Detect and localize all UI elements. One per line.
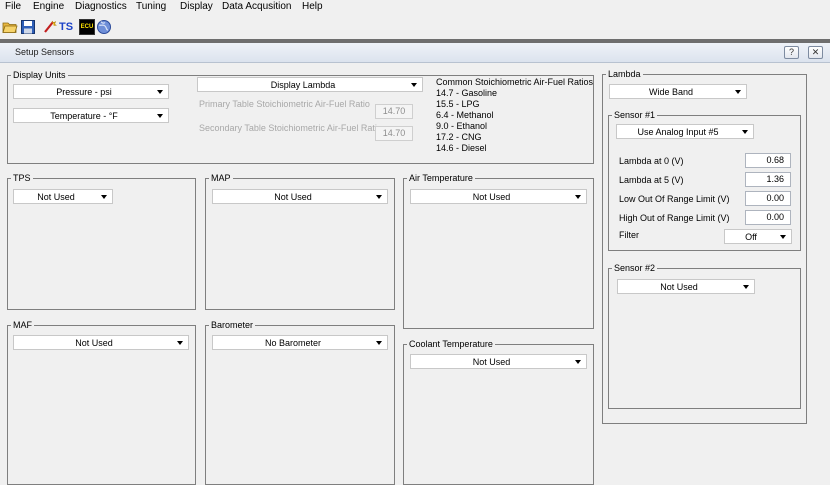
barometer-value: No Barometer	[264, 338, 322, 348]
map-value: Not Used	[274, 192, 312, 202]
dialog-title: Setup Sensors	[15, 47, 75, 57]
coolant-temperature-value: Not Used	[472, 357, 511, 367]
ratio-ethanol: 9.0 - Ethanol	[436, 121, 488, 131]
ecu-chip-icon[interactable]: ECU	[79, 19, 95, 35]
wizard-icon[interactable]	[42, 19, 58, 35]
lambda-type-value: Wide Band	[648, 87, 694, 97]
primary-afr-label: Primary Table Stoichiometric Air-Fuel Ra…	[199, 99, 370, 109]
chevron-down-icon	[735, 90, 741, 94]
ratio-diesel: 14.6 - Diesel	[436, 143, 487, 153]
sensor2-group: Sensor #2 Not Used	[608, 263, 801, 409]
maf-group: MAF Not Used	[7, 320, 196, 485]
secondary-afr-label: Secondary Table Stoichiometric Air-Fuel …	[199, 123, 382, 133]
barometer-dropdown[interactable]: No Barometer	[212, 335, 388, 350]
maf-title: MAF	[11, 320, 34, 331]
secondary-afr-field[interactable]: 14.70	[375, 126, 413, 141]
save-icon[interactable]	[20, 19, 36, 35]
ratio-gasoline: 14.7 - Gasoline	[436, 88, 498, 98]
filter-value: Off	[745, 232, 757, 242]
chevron-down-icon	[101, 195, 107, 199]
close-button[interactable]: ✕	[808, 46, 823, 59]
globe-icon[interactable]	[96, 19, 112, 35]
ratio-methanol: 6.4 - Methanol	[436, 110, 494, 120]
chevron-down-icon	[575, 360, 581, 364]
sensor1-group: Sensor #1 Use Analog Input #5 Lambda at …	[608, 110, 801, 251]
lambda-at-0-field[interactable]: 0.68	[745, 153, 791, 168]
air-temperature-title: Air Temperature	[407, 173, 475, 184]
toolbar: TS ECU	[0, 15, 830, 39]
sensor1-title: Sensor #1	[612, 110, 658, 121]
chevron-down-icon	[411, 83, 417, 87]
coolant-temperature-dropdown[interactable]: Not Used	[410, 354, 587, 369]
chevron-down-icon	[376, 195, 382, 199]
temperature-units-dropdown[interactable]: Temperature - °F	[13, 108, 169, 123]
air-temperature-group: Air Temperature Not Used	[403, 173, 594, 329]
ts-icon[interactable]: TS	[59, 19, 77, 35]
air-temperature-value: Not Used	[472, 192, 511, 202]
ecu-chip-label: ECU	[80, 24, 94, 30]
sensor2-title: Sensor #2	[612, 263, 658, 274]
coolant-temperature-title: Coolant Temperature	[407, 339, 495, 350]
pressure-units-value: Pressure - psi	[56, 87, 112, 97]
primary-afr-field[interactable]: 14.70	[375, 104, 413, 119]
menu-bar: File Engine Diagnostics Tuning Display D…	[0, 0, 830, 15]
sensor2-input-value: Not Used	[660, 282, 698, 292]
tps-title: TPS	[11, 173, 33, 184]
sensor1-input-value: Use Analog Input #5	[637, 127, 719, 137]
lambda-title: Lambda	[606, 69, 643, 80]
barometer-title: Barometer	[209, 320, 256, 331]
sensor2-input-dropdown[interactable]: Not Used	[617, 279, 755, 294]
chevron-down-icon	[742, 130, 748, 134]
menu-file[interactable]: File	[5, 1, 21, 13]
lambda-at-5-field[interactable]: 1.36	[745, 172, 791, 187]
filter-dropdown[interactable]: Off	[724, 229, 792, 244]
help-button[interactable]: ?	[784, 46, 799, 59]
high-range-limit-label: High Out of Range Limit (V)	[619, 213, 730, 223]
lambda-type-dropdown[interactable]: Wide Band	[609, 84, 747, 99]
map-dropdown[interactable]: Not Used	[212, 189, 388, 204]
temperature-units-value: Temperature - °F	[50, 111, 118, 121]
display-units-title: Display Units	[11, 70, 68, 81]
map-group: MAP Not Used	[205, 173, 395, 310]
barometer-group: Barometer No Barometer	[205, 320, 395, 485]
maf-value: Not Used	[75, 338, 113, 348]
filter-label: Filter	[619, 230, 639, 240]
ratios-title: Common Stoichiometric Air-Fuel Ratios	[436, 77, 594, 87]
lambda-display-value: Display Lambda	[270, 80, 336, 90]
chevron-down-icon	[743, 285, 749, 289]
maf-dropdown[interactable]: Not Used	[13, 335, 189, 350]
chevron-down-icon	[376, 341, 382, 345]
ratio-cng: 17.2 - CNG	[436, 132, 482, 142]
low-range-limit-label: Low Out Of Range Limit (V)	[619, 194, 730, 204]
display-units-group: Display Units Pressure - psi Temperature…	[7, 70, 594, 164]
menu-tuning[interactable]: Tuning	[136, 1, 166, 13]
menu-help[interactable]: Help	[302, 1, 323, 13]
lambda-at-0-label: Lambda at 0 (V)	[619, 156, 684, 166]
tps-group: TPS Not Used	[7, 173, 196, 310]
high-range-limit-field[interactable]: 0.00	[745, 210, 791, 225]
pressure-units-dropdown[interactable]: Pressure - psi	[13, 84, 169, 99]
ratio-lpg: 15.5 - LPG	[436, 99, 480, 109]
sensor1-input-dropdown[interactable]: Use Analog Input #5	[616, 124, 754, 139]
dialog-title-bar: Setup Sensors ? ✕	[0, 43, 830, 63]
air-temperature-dropdown[interactable]: Not Used	[410, 189, 587, 204]
lambda-at-5-label: Lambda at 5 (V)	[619, 175, 684, 185]
map-title: MAP	[209, 173, 233, 184]
tps-value: Not Used	[37, 192, 75, 202]
menu-diagnostics[interactable]: Diagnostics	[75, 1, 127, 13]
chevron-down-icon	[157, 90, 163, 94]
open-folder-icon[interactable]	[2, 19, 18, 35]
menu-engine[interactable]: Engine	[33, 1, 64, 13]
lambda-group: Lambda Wide Band Sensor #1 Use Analog In…	[602, 69, 807, 424]
chevron-down-icon	[780, 235, 786, 239]
chevron-down-icon	[157, 114, 163, 118]
coolant-temperature-group: Coolant Temperature Not Used	[403, 339, 594, 485]
chevron-down-icon	[177, 341, 183, 345]
menu-display[interactable]: Display	[180, 1, 213, 13]
chevron-down-icon	[575, 195, 581, 199]
tps-dropdown[interactable]: Not Used	[13, 189, 113, 204]
menu-data-acquisition[interactable]: Data Acqusition	[222, 1, 292, 13]
lambda-display-dropdown[interactable]: Display Lambda	[197, 77, 423, 92]
low-range-limit-field[interactable]: 0.00	[745, 191, 791, 206]
